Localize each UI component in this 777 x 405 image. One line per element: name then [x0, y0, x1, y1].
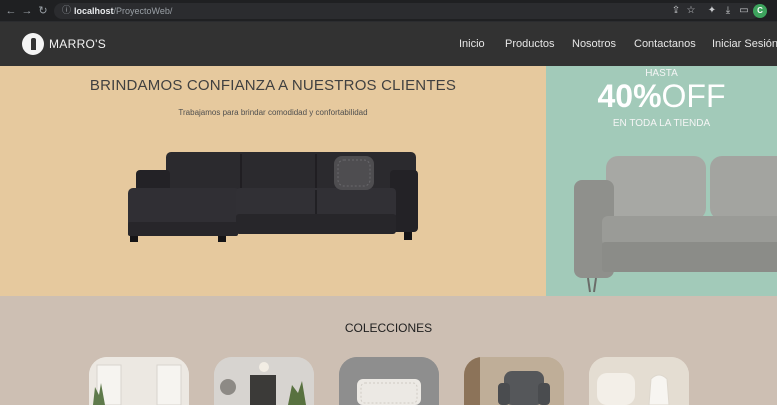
browser-toolbar: ← → ↻ ⓘ localhost/ProyectoWeb/ ⇪ ☆ ✦ ⤓ ▭… [0, 0, 777, 22]
nav-iniciar-sesion[interactable]: Iniciar Sesión [712, 38, 777, 50]
promo-scope: EN TODA LA TIENDA [612, 118, 711, 129]
white-interior-image [89, 357, 189, 405]
collection-card[interactable] [89, 357, 189, 405]
nav-inicio[interactable]: Inicio [459, 38, 485, 50]
url-host: localhost [74, 6, 114, 16]
star-icon[interactable]: ☆ [684, 3, 698, 18]
profile-avatar[interactable]: C [753, 4, 767, 18]
promo-percent: 40% [597, 78, 662, 114]
promo-banner[interactable]: HASTA 40%OFF EN TODA LA TIENDA [546, 66, 777, 296]
collections-title: COLECCIONES [344, 321, 433, 335]
hero-title: BRINDAMOS CONFIANZA A NUESTROS CLIENTES [89, 77, 457, 94]
collection-card[interactable] [214, 357, 314, 405]
info-icon[interactable]: ⓘ [61, 5, 72, 16]
armchair-image [589, 357, 689, 405]
url-path: /ProyectoWeb/ [113, 6, 173, 16]
brand-name: MARRO'S [49, 37, 107, 51]
sidepanel-icon[interactable]: ▭ [737, 3, 751, 18]
site-header: MARRO'S Inicio Productos Nosotros Contac… [0, 22, 777, 66]
collection-card[interactable] [589, 357, 689, 405]
share-icon[interactable]: ⇪ [669, 3, 683, 18]
logo[interactable]: MARRO'S [22, 32, 106, 56]
reload-icon[interactable]: ↻ [36, 4, 50, 18]
recliner-image [464, 357, 564, 405]
hero-banner: BRINDAMOS CONFIANZA A NUESTROS CLIENTES … [0, 66, 546, 296]
bedroom-image [339, 357, 439, 405]
hero-subtitle: Trabajamos para brindar comodidad y conf… [178, 108, 368, 117]
sectional-sofa-image [128, 152, 418, 242]
collection-card[interactable] [464, 357, 564, 405]
logo-icon [22, 33, 44, 55]
forward-icon[interactable]: → [20, 4, 34, 18]
nav-productos[interactable]: Productos [505, 38, 555, 50]
promo-off: OFF [661, 78, 726, 114]
url-text: localhost/ProyectoWeb/ [74, 5, 172, 17]
collection-card[interactable] [339, 357, 439, 405]
extensions-icon[interactable]: ✦ [705, 3, 719, 18]
collections-section: COLECCIONES [0, 296, 777, 405]
gray-sofa-image [574, 156, 777, 293]
living-room-image [214, 357, 314, 405]
download-icon[interactable]: ⤓ [721, 3, 735, 18]
promo-discount: 40%OFF [546, 78, 777, 114]
nav-contactanos[interactable]: Contactanos [634, 38, 696, 50]
nav-nosotros[interactable]: Nosotros [572, 38, 616, 50]
back-icon[interactable]: ← [4, 4, 18, 18]
address-bar[interactable]: ⓘ localhost/ProyectoWeb/ [54, 3, 760, 19]
